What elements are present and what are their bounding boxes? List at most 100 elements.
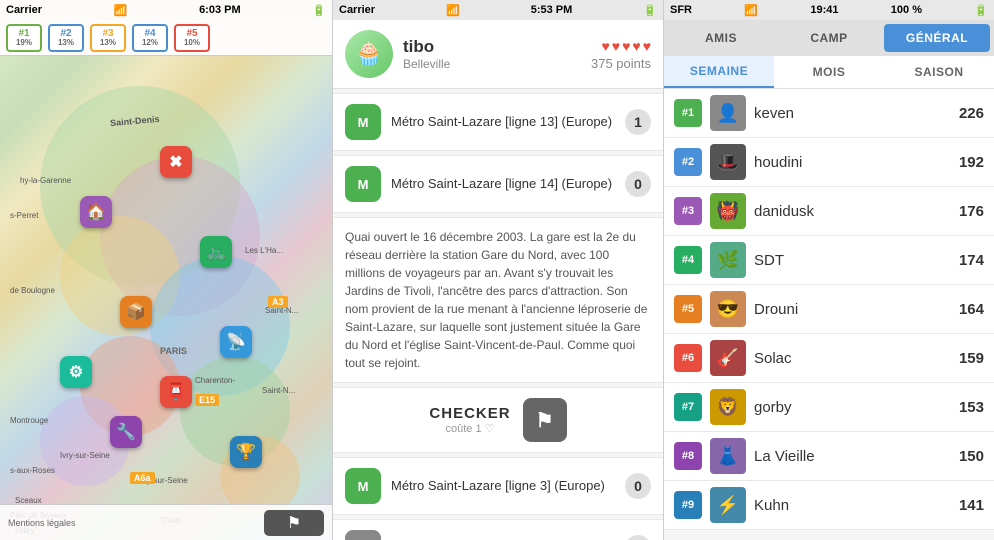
lb-avatar-9: ⚡: [710, 487, 746, 523]
lb-avatar-3: 👹: [710, 193, 746, 229]
venue-count-1: 0: [625, 171, 651, 197]
venue-status-bar: Carrier 📶 5:53 PM 🔋: [333, 0, 663, 20]
map-action-button[interactable]: ⚑: [264, 510, 324, 536]
map-badge-2[interactable]: #213%: [48, 24, 84, 52]
map-badge-3[interactable]: #313%: [90, 24, 126, 52]
lb-rank-badge-8: #8: [674, 442, 702, 470]
venue-location: Belleville: [403, 57, 581, 71]
lb-score-9: 141: [959, 497, 984, 514]
lb-subtab-semaine[interactable]: SEMAINE: [664, 56, 774, 88]
map-footer: Mentions légales ⚑: [0, 504, 332, 540]
checker-label: CHECKER: [429, 405, 510, 422]
map-badge-5[interactable]: #510%: [174, 24, 210, 52]
venue-points: 375 points: [591, 56, 651, 71]
lb-name-5: Drouni: [754, 301, 951, 318]
venue-count-4: 0: [625, 473, 651, 499]
venue-item-5[interactable]: SNCF Gare Saint-Lazare (SNCF) (Europe) 1: [333, 519, 663, 540]
lb-avatar-5: 😎: [710, 291, 746, 327]
venue-item-0[interactable]: M Métro Saint-Lazare [ligne 13] (Europe)…: [333, 93, 663, 151]
lb-avatar-6: 🎸: [710, 340, 746, 376]
lb-battery: 100 %: [891, 4, 922, 16]
venue-list[interactable]: M Métro Saint-Lazare [ligne 13] (Europe)…: [333, 89, 663, 540]
venue-name-0: Métro Saint-Lazare [ligne 13] (Europe): [391, 114, 615, 131]
lb-rank-badge-6: #6: [674, 344, 702, 372]
map-icon-1[interactable]: ✖: [160, 146, 192, 178]
map-icon-2[interactable]: 🏠: [80, 196, 112, 228]
panel-map: Carrier 📶 6:03 PM 🔋 #119%#213%#313%#412%…: [0, 0, 332, 540]
checker-icon[interactable]: ⚑: [523, 398, 567, 442]
checker-cost: coûte 1 ♡: [445, 422, 494, 435]
map-time: 6:03 PM: [199, 4, 241, 16]
map-badge-4[interactable]: #412%: [132, 24, 168, 52]
lb-row-3: #3 👹 danidusk 176: [664, 187, 994, 236]
lb-carrier: SFR: [670, 4, 692, 16]
lb-name-2: houdini: [754, 154, 951, 171]
venue-name-4: Métro Saint-Lazare [ligne 3] (Europe): [391, 478, 615, 495]
lb-status-bar: SFR 📶 19:41 100 % 🔋: [664, 0, 994, 20]
lb-score-4: 174: [959, 252, 984, 269]
lb-tabs: AMISCAMPGÉNÉRAL: [664, 20, 994, 56]
lb-row-7: #7 🦁 gorby 153: [664, 383, 994, 432]
lb-row-4: #4 🌿 SDT 174: [664, 236, 994, 285]
lb-rank-badge-3: #3: [674, 197, 702, 225]
map-icon-5[interactable]: 📡: [220, 326, 252, 358]
venue-icon-1: M: [345, 166, 381, 202]
lb-name-1: keven: [754, 105, 951, 122]
venue-item-1[interactable]: M Métro Saint-Lazare [ligne 14] (Europe)…: [333, 155, 663, 213]
lb-avatar-8: 👗: [710, 438, 746, 474]
lb-subtab-mois[interactable]: MOIS: [774, 56, 884, 88]
map-icon-6[interactable]: ⚙: [60, 356, 92, 388]
map-icon-7[interactable]: 📮: [160, 376, 192, 408]
venue-description-2: Quai ouvert le 16 décembre 2003. La gare…: [333, 217, 663, 383]
venue-icon-5: SNCF: [345, 530, 381, 540]
lb-avatar-7: 🦁: [710, 389, 746, 425]
map-icon-3[interactable]: 🚲: [200, 236, 232, 268]
venue-icon-4: M: [345, 468, 381, 504]
map-badge-1[interactable]: #119%: [6, 24, 42, 52]
lb-name-9: Kuhn: [754, 497, 951, 514]
map-toolbar: #119%#213%#313%#412%#510%: [0, 20, 332, 56]
map-icon-9[interactable]: 🏆: [230, 436, 262, 468]
lb-avatar-4: 🌿: [710, 242, 746, 278]
map-icon-4[interactable]: 📦: [120, 296, 152, 328]
venue-checker[interactable]: CHECKER coûte 1 ♡ ⚑: [333, 387, 663, 453]
venue-user-avatar: 🧁: [345, 30, 393, 78]
lb-row-1: #1 👤 keven 226: [664, 89, 994, 138]
map-background[interactable]: ✖ 🏠 🚲 📦 📡 ⚙ 📮 🔧 🏆 Saint-Denis hy-la-Gare…: [0, 56, 332, 540]
venue-wifi-icon: 📶: [446, 4, 460, 17]
lb-row-8: #8 👗 La Vieille 150: [664, 432, 994, 481]
panel-leaderboard: SFR 📶 19:41 100 % 🔋 AMISCAMPGÉNÉRAL SEMA…: [664, 0, 994, 540]
lb-name-4: SDT: [754, 252, 951, 269]
lb-rank-badge-4: #4: [674, 246, 702, 274]
lb-avatar-2: 🎩: [710, 144, 746, 180]
lb-score-3: 176: [959, 203, 984, 220]
lb-row-2: #2 🎩 houdini 192: [664, 138, 994, 187]
venue-count-0: 1: [625, 109, 651, 135]
lb-list[interactable]: #1 👤 keven 226 #2 🎩 houdini 192 #3 👹 dan…: [664, 89, 994, 540]
lb-score-5: 164: [959, 301, 984, 318]
map-legal: Mentions légales: [8, 518, 76, 528]
map-wifi-icon: 📶: [114, 4, 128, 17]
lb-rank-badge-1: #1: [674, 99, 702, 127]
lb-signal-icon: 📶: [744, 4, 758, 17]
lb-time: 19:41: [810, 4, 838, 16]
map-icon-8[interactable]: 🔧: [110, 416, 142, 448]
lb-rank-badge-5: #5: [674, 295, 702, 323]
venue-header: 🧁 tibo Belleville ♥ ♥ ♥ ♥ ♥ 375 points: [333, 20, 663, 89]
lb-subtab-saison[interactable]: SAISON: [884, 56, 994, 88]
lb-name-7: gorby: [754, 399, 951, 416]
venue-time: 5:53 PM: [531, 4, 573, 16]
venue-carrier: Carrier: [339, 4, 375, 16]
venue-username: tibo: [403, 37, 581, 57]
venue-item-4[interactable]: M Métro Saint-Lazare [ligne 3] (Europe) …: [333, 457, 663, 515]
lb-tab-général[interactable]: GÉNÉRAL: [884, 24, 990, 52]
panel-venue: Carrier 📶 5:53 PM 🔋 🧁 tibo Belleville ♥ …: [332, 0, 664, 540]
lb-rank-badge-2: #2: [674, 148, 702, 176]
lb-score-8: 150: [959, 448, 984, 465]
venue-icon-0: M: [345, 104, 381, 140]
map-status-bar: Carrier 📶 6:03 PM 🔋: [0, 0, 332, 20]
map-battery-icon: 🔋: [312, 4, 326, 17]
lb-tab-camp[interactable]: CAMP: [776, 24, 882, 52]
lb-tab-amis[interactable]: AMIS: [668, 24, 774, 52]
checker-button[interactable]: CHECKER coûte 1 ♡: [429, 405, 510, 435]
